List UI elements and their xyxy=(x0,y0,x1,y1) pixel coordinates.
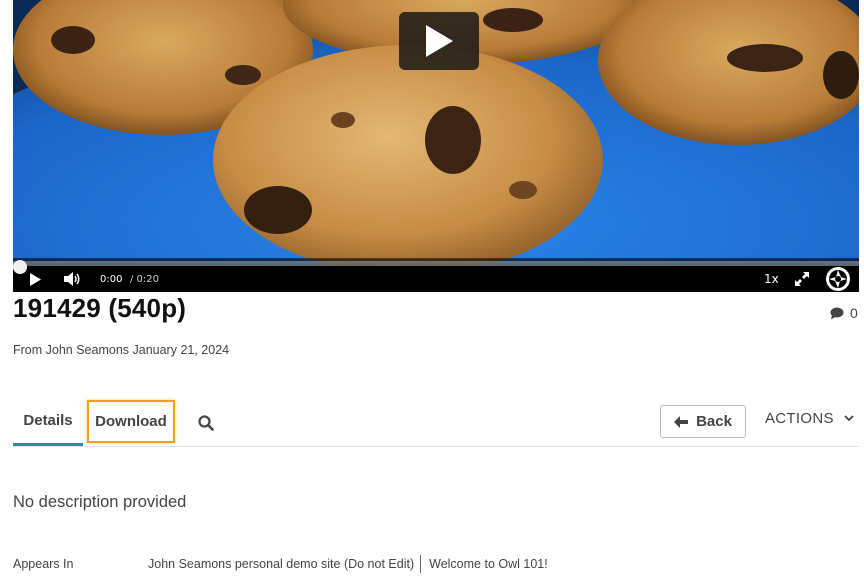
comment-count: 0 xyxy=(850,305,858,321)
duration: / 0:20 xyxy=(130,274,160,285)
play-icon xyxy=(426,25,453,57)
appears-in-list: John Seamons personal demo site (Do not … xyxy=(148,555,548,573)
volume-button[interactable] xyxy=(63,271,81,287)
play-button[interactable] xyxy=(27,272,43,286)
tab-download[interactable]: Download xyxy=(87,400,175,443)
actions-menu-button[interactable]: ACTIONS xyxy=(765,410,854,427)
media-description: No description provided xyxy=(13,493,187,511)
actions-label: ACTIONS xyxy=(765,410,834,427)
comments-count-button[interactable]: 0 xyxy=(830,305,858,321)
appears-in-label: Appears In xyxy=(13,557,74,571)
appears-in-link[interactable]: John Seamons personal demo site (Do not … xyxy=(148,557,414,571)
search-icon xyxy=(198,415,214,431)
kaltura-logo-button[interactable] xyxy=(825,266,851,292)
back-button[interactable]: Back xyxy=(660,405,746,438)
progress-handle[interactable] xyxy=(13,260,27,274)
media-tabs: Details Download Back ACTIONS xyxy=(13,398,859,447)
appears-in-link[interactable]: Welcome to Owl 101! xyxy=(429,557,548,571)
video-player[interactable]: 0:00 / 0:20 1x xyxy=(13,0,859,292)
control-bar: 0:00 / 0:20 1x xyxy=(13,258,859,292)
fullscreen-icon xyxy=(795,272,809,286)
playback-speed-button[interactable]: 1x xyxy=(764,272,779,286)
search-tab-button[interactable] xyxy=(195,412,217,434)
tab-details[interactable]: Details xyxy=(13,398,83,446)
arrow-left-icon xyxy=(674,415,689,428)
media-byline: From John Seamons January 21, 2024 xyxy=(13,343,230,357)
media-title: 191429 (540p) xyxy=(13,293,187,323)
progress-bar[interactable] xyxy=(13,260,859,274)
fullscreen-button[interactable] xyxy=(794,272,810,286)
volume-icon xyxy=(63,272,79,286)
kaltura-logo-icon xyxy=(826,267,850,291)
play-icon xyxy=(29,272,41,286)
comment-icon xyxy=(830,307,844,319)
separator xyxy=(420,555,422,573)
chevron-down-icon xyxy=(844,415,854,422)
big-play-button[interactable] xyxy=(399,12,479,70)
back-button-label: Back xyxy=(696,413,732,430)
current-time: 0:00 xyxy=(100,274,123,285)
